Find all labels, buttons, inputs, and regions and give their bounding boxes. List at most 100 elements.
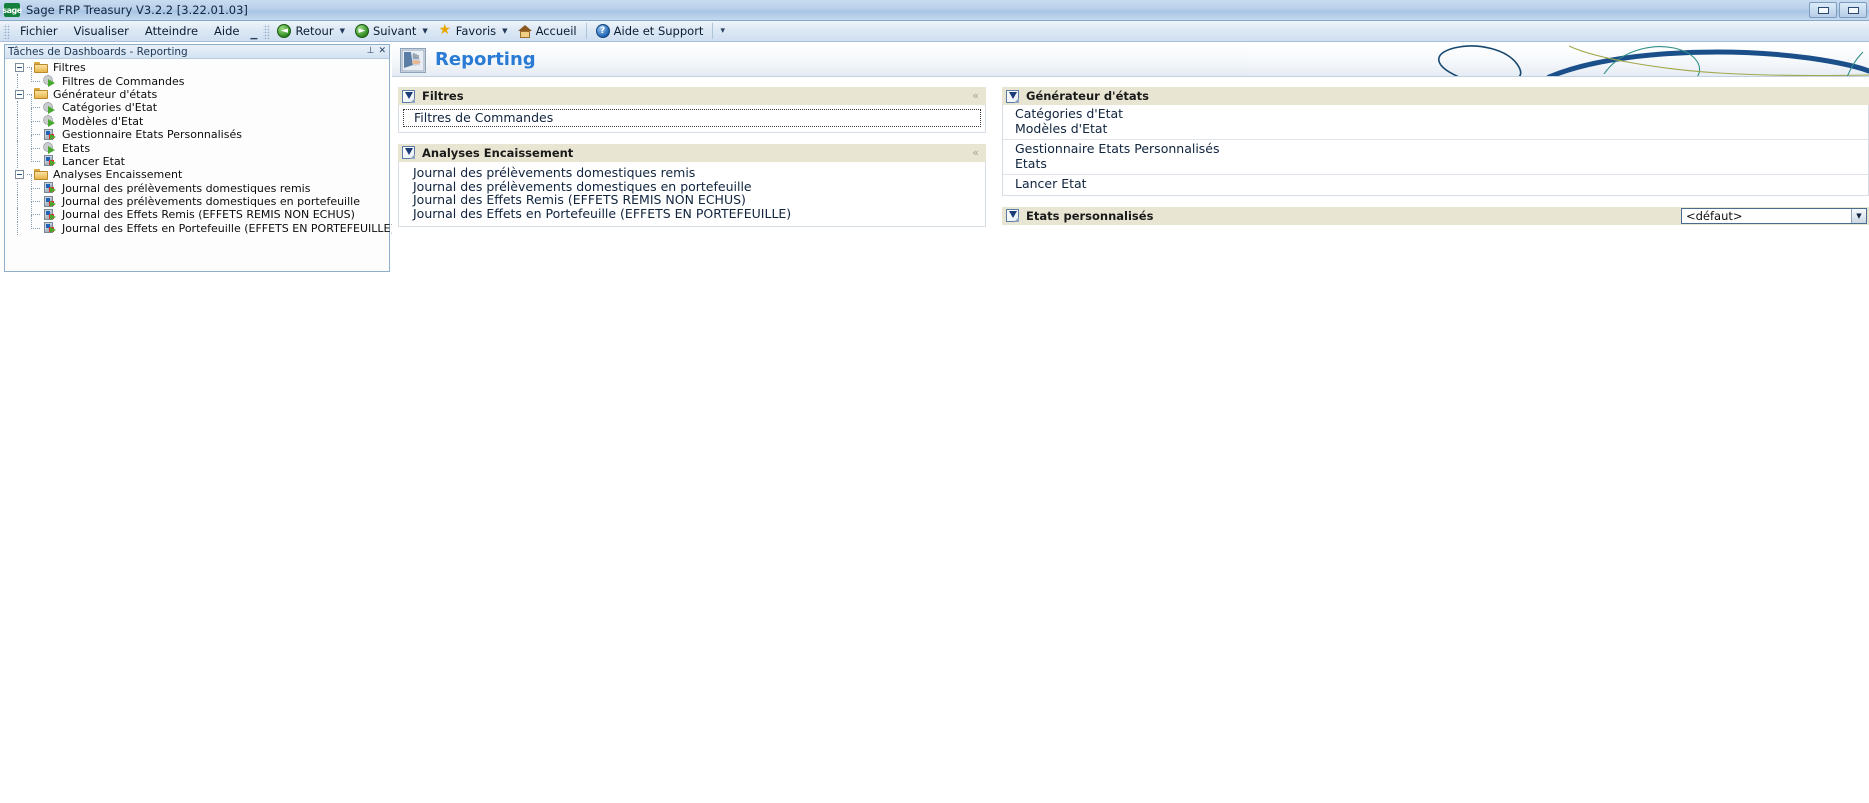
window-title: Sage FRP Treasury V3.2.2 [3.22.01.03]: [26, 3, 248, 17]
restore-window-button[interactable]: [1809, 2, 1837, 18]
etats-personnalises-select-value: <défaut>: [1686, 208, 1743, 223]
section-generateur-header[interactable]: Générateur d'états: [1002, 87, 1869, 105]
report-icon: [43, 195, 58, 208]
chevron-down-icon[interactable]: ▼: [1851, 208, 1866, 223]
toolbar-label-suivant: Suivant: [372, 24, 417, 38]
chevron-down-icon[interactable]: ▼: [422, 27, 427, 35]
chevron-down-icon[interactable]: ▼: [340, 27, 345, 35]
section-analyses-header[interactable]: Analyses Encaissement «: [398, 143, 986, 162]
back-arrow-icon: ◄: [277, 24, 292, 38]
focused-link-wrapper[interactable]: Filtres de Commandes: [403, 109, 981, 127]
tree-item-label: Filtres: [53, 61, 86, 75]
section-analyses-body: Journal des prélèvements domestiques rem…: [398, 161, 986, 227]
tree-item[interactable]: Gestionnaire Etats Personnalisés: [15, 121, 389, 142]
toolbar-button-suivant[interactable]: ► Suivant ▼: [350, 23, 433, 39]
tree-item[interactable]: Journal des prélèvements domestiques en …: [15, 188, 389, 209]
section-etats-personnalises-header[interactable]: Etats personnalisés <défaut> ▼: [1002, 206, 1869, 225]
toolbar-button-favoris[interactable]: ★ Favoris ▼: [433, 23, 513, 39]
menu-drag-grip[interactable]: [3, 23, 10, 39]
link-etats[interactable]: Etats: [1015, 156, 1868, 172]
section-analyses-title: Analyses Encaissement: [422, 145, 574, 160]
tree-item[interactable]: Filtres: [15, 61, 389, 74]
etats-personnalises-select[interactable]: <défaut> ▼: [1681, 207, 1867, 224]
section-filtres-body: Filtres de Commandes: [398, 105, 986, 133]
folder-icon: [34, 88, 49, 100]
star-icon: ★: [438, 22, 452, 38]
link-journal-prelevements-portefeuille[interactable]: Journal des prélèvements domestiques en …: [399, 179, 985, 194]
tree-item[interactable]: Lancer Etat: [15, 147, 389, 169]
tasks-tree[interactable]: Filtres Filtres de Commandes Générateur d'…: [5, 59, 395, 236]
section-generateur-etats: Générateur d'états Catégories d'Etat Mod…: [1002, 87, 1869, 196]
tree-item[interactable]: Etats: [15, 134, 389, 156]
chevron-up-icon[interactable]: «: [972, 90, 979, 101]
tree-connector: [15, 74, 29, 89]
tree-item-label: Journal des prélèvements domestiques en …: [62, 195, 360, 209]
report-icon: [43, 182, 58, 194]
toolbar-button-aide-support[interactable]: ? Aide et Support: [591, 23, 709, 39]
tree-connector: [29, 67, 43, 88]
section-etats-personnalises: Etats personnalisés <défaut> ▼: [1002, 206, 1869, 243]
toolbar-label-retour: Retour: [295, 24, 334, 38]
restore-icon: [1817, 6, 1829, 14]
tree-expander-minus-icon[interactable]: [15, 63, 24, 73]
tree-item[interactable]: Modèles d'Etat: [15, 107, 389, 129]
gear-arrow-icon: [43, 101, 58, 114]
toolbar-overflow-button[interactable]: ▾: [717, 26, 728, 36]
toolbar-button-accueil[interactable]: Accueil: [513, 23, 582, 39]
tree-item[interactable]: Filtres de Commandes: [15, 67, 389, 89]
tree-connector: [15, 101, 29, 115]
tree-item[interactable]: Catégories d'Etat: [15, 94, 389, 115]
tree-connector: [15, 208, 29, 223]
tree-item-label: Modèles d'Etat: [62, 114, 144, 128]
link-filtres-de-commandes[interactable]: Filtres de Commandes: [414, 111, 980, 125]
menu-atteindre[interactable]: Atteindre: [137, 22, 206, 40]
pin-icon[interactable]: ⊥: [367, 47, 375, 56]
sage-logo-icon: sage: [2, 3, 22, 17]
toolbar-button-retour[interactable]: ◄ Retour ▼: [272, 23, 350, 39]
section-filtres-header[interactable]: Filtres «: [398, 87, 986, 105]
tree-item-label: Journal des prélèvements domestiques rem…: [62, 181, 311, 195]
tree-connector: [15, 141, 29, 156]
tree-item-label: Générateur d'états: [53, 87, 158, 101]
menu-visualiser[interactable]: Visualiser: [66, 22, 137, 40]
tree-item-label: Catégories d'Etat: [62, 101, 158, 115]
tree-item-label: Lancer Etat: [62, 154, 125, 168]
link-lancer-etat[interactable]: Lancer Etat: [1015, 176, 1868, 192]
menu-aide[interactable]: Aide: [206, 22, 247, 40]
report-icon: [43, 222, 58, 234]
section-generateur-title: Générateur d'états: [1026, 89, 1149, 103]
tree-item[interactable]: Analyses Encaissement: [15, 168, 389, 181]
link-journal-effets-portefeuille[interactable]: Journal des Effets en Portefeuille (EFFE…: [399, 207, 985, 221]
section-etats-personnalises-title: Etats personnalisés: [1026, 208, 1154, 223]
menu-fichier[interactable]: Fichier: [12, 22, 66, 40]
section-filtres-title: Filtres: [422, 89, 464, 103]
right-panel-column: Générateur d'états Catégories d'Etat Mod…: [1002, 87, 1869, 254]
maximize-window-button[interactable]: [1839, 2, 1867, 18]
tree-item[interactable]: Journal des prélèvements domestiques rem…: [15, 174, 389, 196]
toolbar-label-aide-support: Aide et Support: [613, 24, 704, 38]
tree-connector: [15, 114, 29, 129]
tree-expander-minus-icon[interactable]: [15, 89, 24, 99]
left-panel-column: Filtres « Filtres de Commandes Analyses …: [398, 87, 986, 238]
tree-expander-minus-icon[interactable]: [15, 170, 24, 180]
chevron-down-icon[interactable]: ▼: [502, 27, 507, 35]
tree-item-label: Journal des Effets Remis (EFFETS REMIS N…: [62, 208, 355, 222]
tree-item-label: Gestionnaire Etats Personnalisés: [62, 128, 242, 142]
close-icon[interactable]: ✕: [378, 47, 386, 56]
tree-item-label: Etats: [62, 141, 91, 155]
gear-arrow-icon: [43, 115, 58, 128]
link-journal-effets-remis[interactable]: Journal des Effets Remis (EFFETS REMIS N…: [399, 193, 985, 207]
section-generateur-body: Catégories d'Etat Modèles d'Etat Gestion…: [1002, 105, 1869, 196]
tree-item-label: Journal des Effets en Portefeuille (EFFE…: [62, 221, 395, 235]
menu-overflow-button[interactable]: ▁: [249, 22, 258, 40]
chevron-up-icon[interactable]: «: [972, 147, 979, 158]
link-gestionnaire-etats-personnalises[interactable]: Gestionnaire Etats Personnalisés: [1015, 141, 1868, 157]
link-modeles-detat[interactable]: Modèles d'Etat: [1015, 121, 1868, 137]
tasks-panel-title: Tâches de Dashboards - Reporting: [8, 45, 188, 58]
tree-item[interactable]: Générateur d'états: [15, 88, 389, 101]
tree-item[interactable]: Journal des Effets en Portefeuille (EFFE…: [15, 214, 395, 236]
link-journal-prelevements-remis[interactable]: Journal des prélèvements domestiques rem…: [399, 165, 985, 180]
link-categories-detat[interactable]: Catégories d'Etat: [1015, 106, 1868, 122]
toolbar-drag-grip[interactable]: [263, 23, 271, 39]
tree-item[interactable]: Journal des Effets Remis (EFFETS REMIS N…: [15, 201, 389, 223]
